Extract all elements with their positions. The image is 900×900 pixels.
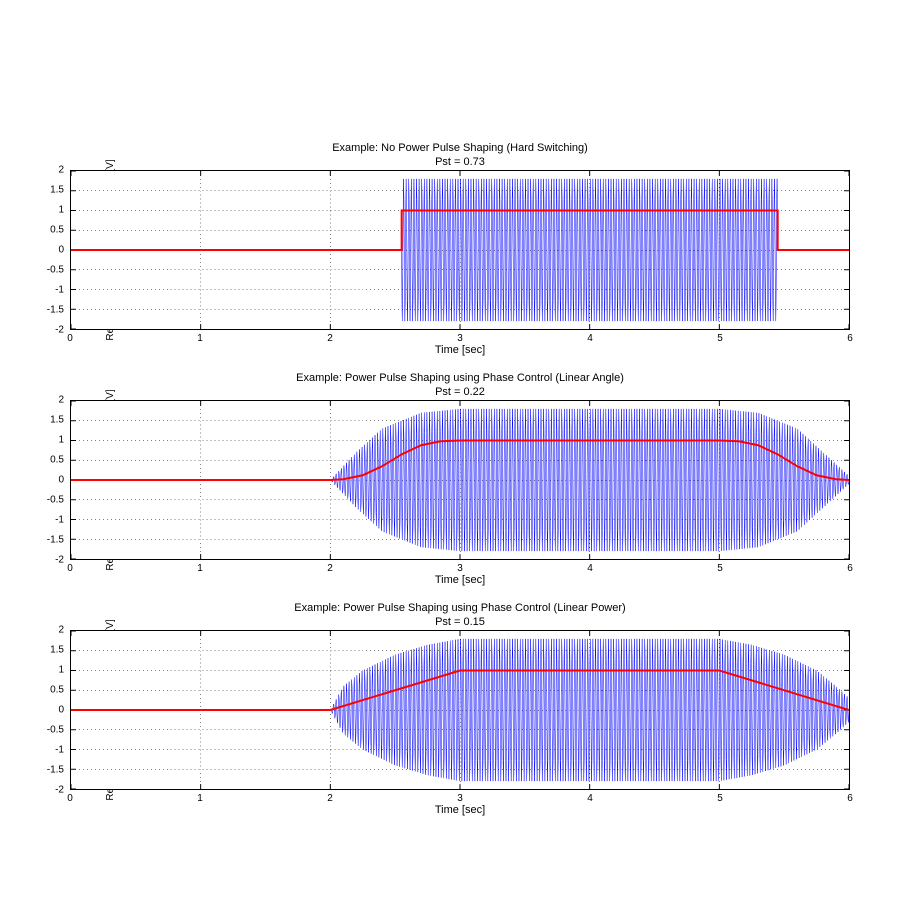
x-tick-label: 5 — [717, 793, 723, 804]
y-tick-label: -1 — [55, 745, 64, 756]
y-tick-label: -0.5 — [47, 495, 64, 506]
x-tick-label: 1 — [197, 563, 203, 574]
x-axis-label: Time [sec] — [70, 804, 850, 816]
y-tick-label: -1 — [55, 285, 64, 296]
subplot-title: Example: Power Pulse Shaping using Phase… — [70, 602, 850, 630]
subplot-title: Example: No Power Pulse Shaping (Hard Sw… — [70, 142, 850, 170]
x-tick-label: 0 — [67, 333, 73, 344]
y-tick-label: -1.5 — [47, 305, 64, 316]
plot-svg — [71, 631, 849, 789]
x-tick-label: 5 — [717, 333, 723, 344]
subplot-3: Example: Power Pulse Shaping using Phase… — [70, 630, 850, 790]
y-tick-label: -2 — [55, 555, 64, 566]
x-tick-label: 6 — [847, 793, 853, 804]
x-tick-label: 3 — [457, 793, 463, 804]
x-tick-label: 3 — [457, 333, 463, 344]
x-tick-label: 0 — [67, 563, 73, 574]
y-tick-label: 2 — [58, 625, 64, 636]
axes-box — [70, 630, 850, 790]
y-tick-label: 1 — [58, 435, 64, 446]
subplot-2: Example: Power Pulse Shaping using Phase… — [70, 400, 850, 560]
matlab-figure: Example: No Power Pulse Shaping (Hard Sw… — [0, 0, 900, 900]
x-tick-label: 2 — [327, 563, 333, 574]
y-tick-label: 2 — [58, 395, 64, 406]
axes-box — [70, 400, 850, 560]
x-tick-label: 1 — [197, 793, 203, 804]
y-tick-label: 1 — [58, 665, 64, 676]
y-tick-label: 1.5 — [50, 415, 64, 426]
y-tick-label: -1.5 — [47, 535, 64, 546]
x-tick-label: 4 — [587, 333, 593, 344]
x-tick-label: 2 — [327, 793, 333, 804]
y-tick-label: 0 — [58, 705, 64, 716]
x-tick-label: 2 — [327, 333, 333, 344]
x-tick-label: 5 — [717, 563, 723, 574]
y-tick-label: 1 — [58, 205, 64, 216]
x-tick-label: 1 — [197, 333, 203, 344]
x-tick-label: 6 — [847, 333, 853, 344]
y-tick-label: 0.5 — [50, 225, 64, 236]
y-tick-label: -1.5 — [47, 765, 64, 776]
x-tick-label: 0 — [67, 793, 73, 804]
y-tick-label: 1.5 — [50, 645, 64, 656]
y-tick-label: -1 — [55, 515, 64, 526]
x-axis-label: Time [sec] — [70, 574, 850, 586]
y-tick-label: -2 — [55, 325, 64, 336]
y-tick-label: 2 — [58, 165, 64, 176]
x-tick-label: 4 — [587, 793, 593, 804]
subplot-1: Example: No Power Pulse Shaping (Hard Sw… — [70, 170, 850, 330]
x-tick-label: 6 — [847, 563, 853, 574]
subplot-title: Example: Power Pulse Shaping using Phase… — [70, 372, 850, 400]
y-tick-label: 0.5 — [50, 685, 64, 696]
y-tick-label: 0 — [58, 475, 64, 486]
y-tick-label: -0.5 — [47, 725, 64, 736]
axes-box — [70, 170, 850, 330]
x-tick-label: 3 — [457, 563, 463, 574]
plot-svg — [71, 401, 849, 559]
y-tick-label: 0.5 — [50, 455, 64, 466]
y-tick-label: 0 — [58, 245, 64, 256]
y-tick-label: 1.5 — [50, 185, 64, 196]
x-tick-label: 4 — [587, 563, 593, 574]
plot-svg — [71, 171, 849, 329]
y-tick-label: -2 — [55, 785, 64, 796]
x-axis-label: Time [sec] — [70, 344, 850, 356]
y-tick-label: -0.5 — [47, 265, 64, 276]
